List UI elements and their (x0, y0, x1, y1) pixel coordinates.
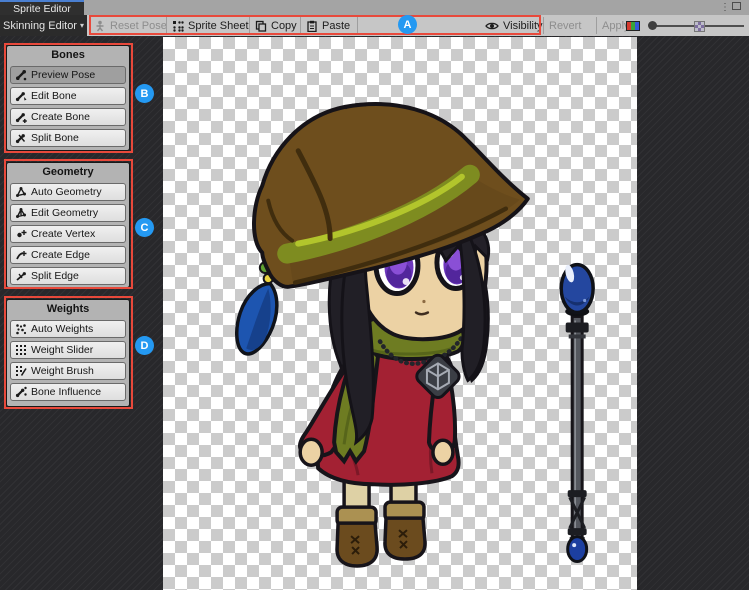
button-edit-bone[interactable]: Edit Bone (10, 87, 126, 105)
create-vertex-icon (15, 228, 27, 240)
revert-label: Revert (549, 20, 581, 32)
colormap-icon[interactable] (626, 21, 640, 31)
character-sprite[interactable] (163, 37, 637, 590)
weight-slider-icon (15, 344, 27, 356)
staff-sprite[interactable] (561, 264, 593, 562)
window-tab-strip: Sprite Editor ⋮ (0, 0, 749, 15)
slider-handle[interactable] (648, 21, 657, 30)
button-split-bone[interactable]: Split Bone (10, 129, 126, 147)
visibility-button[interactable]: Visibility (485, 15, 543, 36)
split-edge-icon (15, 270, 27, 282)
button-create-edge[interactable]: Create Edge (10, 246, 126, 264)
button-weight-brush[interactable]: Weight Brush (10, 362, 126, 380)
button-edit-geometry[interactable]: Edit Geometry (10, 204, 126, 222)
kebab-menu-icon[interactable]: ⋮ (720, 2, 730, 13)
copy-label: Copy (271, 20, 297, 32)
tab-sprite-editor-label: Sprite Editor (13, 3, 71, 15)
skinning-toolbar: Skinning Editor ▾ Reset Pose Sprite Shee… (0, 15, 749, 37)
auto-weights-icon (15, 323, 27, 335)
button-create-bone[interactable]: Create Bone (10, 108, 126, 126)
toolbar-divider (357, 17, 358, 34)
skinning-editor-dropdown[interactable]: Skinning Editor ▾ (0, 15, 87, 36)
toolbar-divider (166, 17, 167, 34)
button-weight-slider[interactable]: Weight Slider (10, 341, 126, 359)
button-preview-pose[interactable]: Preview Pose (10, 66, 126, 84)
chevron-down-icon: ▾ (80, 21, 84, 30)
character[interactable] (237, 104, 528, 566)
annotation-badge-b: B (135, 84, 154, 103)
weights-panel: Weights Auto Weights Weight Slider Weigh… (6, 299, 130, 407)
auto-geometry-icon (15, 186, 27, 198)
tab-sprite-editor[interactable]: Sprite Editor (0, 0, 84, 15)
weights-panel-title: Weights (10, 301, 126, 317)
button-auto-geometry[interactable]: Auto Geometry (10, 183, 126, 201)
create-bone-icon (15, 111, 27, 123)
preview-pose-icon (15, 69, 27, 81)
revert-button[interactable]: Revert (549, 15, 581, 36)
copy-icon (255, 20, 267, 32)
texture-marker-icon (694, 21, 705, 32)
create-edge-icon (15, 249, 27, 261)
skinning-editor-label: Skinning Editor (3, 20, 77, 32)
toolbar-divider (249, 17, 250, 34)
sprite-editor-window: Sprite Editor ⋮ Skinning Editor ▾ Reset … (0, 0, 749, 590)
edit-geometry-icon (15, 207, 27, 219)
button-bone-influence[interactable]: Bone Influence (10, 383, 126, 401)
geometry-panel: Geometry Auto Geometry Edit Geometry Cre… (6, 162, 130, 288)
visibility-label: Visibility (503, 20, 543, 32)
sprite-sheet-label: Sprite Sheet (188, 20, 249, 32)
geometry-panel-title: Geometry (10, 164, 126, 180)
reset-pose-icon (94, 20, 106, 32)
annotation-badge-c: C (135, 218, 154, 237)
paste-label: Paste (322, 20, 350, 32)
bone-influence-icon (15, 386, 27, 398)
paste-icon (306, 20, 318, 32)
reset-pose-button[interactable]: Reset Pose (94, 15, 167, 36)
copy-button[interactable]: Copy (255, 15, 297, 36)
bones-panel-title: Bones (10, 47, 126, 63)
edit-bone-icon (15, 90, 27, 102)
reset-pose-label: Reset Pose (110, 20, 167, 32)
sprite-sheet-icon (172, 20, 184, 32)
annotation-badge-d: D (135, 336, 154, 355)
toolbar-divider (596, 17, 597, 34)
paste-button[interactable]: Paste (306, 15, 350, 36)
eye-icon (485, 20, 499, 32)
sprite-sheet-button[interactable]: Sprite Sheet (172, 15, 249, 36)
workspace: Bones Preview Pose Edit Bone Create Bone… (0, 36, 749, 590)
toolbar-divider (543, 17, 544, 34)
button-split-edge[interactable]: Split Edge (10, 267, 126, 285)
split-bone-icon (15, 132, 27, 144)
weight-brush-icon (15, 365, 27, 377)
toolbar-divider (300, 17, 301, 34)
maximize-icon[interactable] (732, 2, 741, 10)
button-create-vertex[interactable]: Create Vertex (10, 225, 126, 243)
button-auto-weights[interactable]: Auto Weights (10, 320, 126, 338)
annotation-badge-a: A (398, 15, 417, 34)
bones-panel: Bones Preview Pose Edit Bone Create Bone… (6, 45, 130, 151)
opacity-slider[interactable] (648, 15, 746, 36)
